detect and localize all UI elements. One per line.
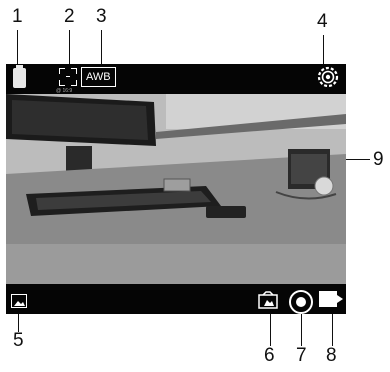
leader-line-5 [18, 314, 19, 332]
preview-scene [6, 94, 346, 284]
focus-frame-icon[interactable] [59, 68, 77, 86]
scene-mode-icon[interactable] [258, 291, 278, 309]
leader-line-2 [69, 30, 70, 64]
leader-line-7 [301, 314, 302, 346]
video-mode-icon[interactable] [319, 291, 343, 307]
callout-6: 6 [264, 345, 275, 366]
awb-button[interactable]: AWB [81, 67, 116, 87]
leader-line-3 [101, 30, 102, 64]
settings-gear-icon[interactable] [317, 66, 339, 88]
shutter-button-icon[interactable] [289, 290, 313, 314]
leader-line-4 [323, 35, 324, 64]
callout-9: 9 [373, 149, 384, 170]
top-control-bar: @ 16:9 AWB [6, 64, 346, 94]
callout-5: 5 [13, 330, 24, 351]
callout-1: 1 [12, 6, 23, 27]
callout-3: 3 [96, 6, 107, 27]
callout-4: 4 [317, 11, 328, 32]
gallery-thumbnail-icon[interactable] [11, 294, 27, 308]
battery-icon [13, 65, 26, 88]
leader-line-8 [332, 314, 333, 346]
leader-line-1 [17, 30, 18, 64]
leader-line-6 [270, 314, 271, 346]
callout-2: 2 [64, 6, 75, 27]
bottom-control-bar [6, 284, 346, 314]
callout-8: 8 [326, 345, 337, 366]
callout-7: 7 [296, 345, 307, 366]
camera-viewfinder[interactable] [6, 94, 346, 284]
